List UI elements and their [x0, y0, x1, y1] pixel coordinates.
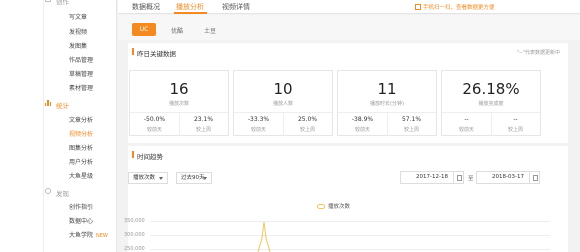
sidebar-item-write-article[interactable]: 写文章 [69, 12, 87, 21]
sidebar-item-post-gallery[interactable]: 发图集 [69, 41, 87, 50]
sidebar-item-academy[interactable]: 大鱼学院 NEW [69, 230, 108, 239]
sidebar-item-gallery-analysis[interactable]: 图集分析 [69, 143, 93, 152]
sidebar-item-video-analysis[interactable]: 视频分析 [69, 129, 93, 138]
sidebar-item-works[interactable]: 作品管理 [69, 55, 93, 64]
sidebar-group-discover[interactable]: 发现 [45, 188, 69, 198]
sidebar-item-article-analysis[interactable]: 文章分析 [69, 115, 93, 124]
sidebar: 创作 写文章 发视频 发图集 作品管理 草稿管理 素材管理 统计 文章分析 视频… [0, 0, 117, 252]
sidebar-item-post-video[interactable]: 发视频 [69, 27, 87, 36]
sidebar-group-create[interactable]: 创作 [45, 0, 69, 6]
main-content: 数据概况 播放分析 视频详情 手机扫一扫，查看数据更方便 UC 优酷 土豆 昨日… [118, 0, 580, 252]
chart-canvas [257, 221, 271, 252]
series-line-plays [257, 221, 271, 252]
new-badge: NEW [96, 233, 108, 239]
sidebar-divider [43, 0, 44, 252]
sidebar-item-guide[interactable]: 创作指引 [69, 202, 93, 211]
sidebar-group-stats[interactable]: 统计 [45, 100, 69, 110]
create-icon [45, 0, 51, 2]
sidebar-item-data-center[interactable]: 数据中心 [69, 216, 93, 225]
sidebar-item-drafts[interactable]: 草稿管理 [69, 69, 93, 78]
bar-chart-icon [45, 100, 51, 106]
sidebar-item-materials[interactable]: 素材管理 [69, 83, 93, 92]
sidebar-item-user-analysis[interactable]: 用户分析 [69, 157, 93, 166]
sidebar-item-star-level[interactable]: 大鱼星级 [69, 171, 93, 180]
discover-icon [45, 188, 51, 194]
